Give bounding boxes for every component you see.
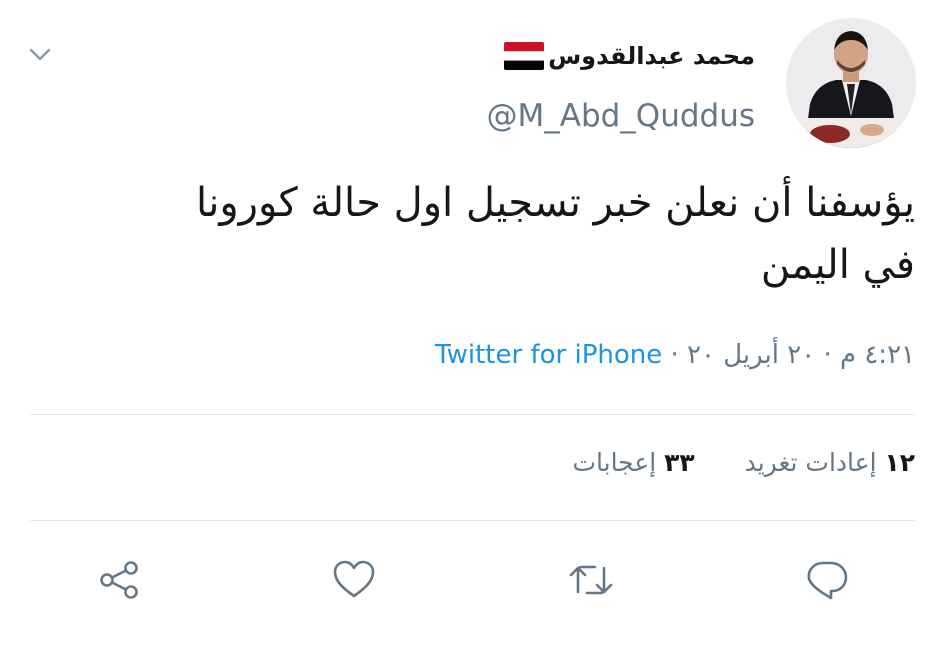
likes-stat[interactable]: ٣٣ إعجابات [572,448,694,477]
tweet-source-link[interactable]: Twitter for iPhone [435,340,662,370]
tweet-text-line: في اليمن [760,242,915,288]
tweet-meta: ٤:٢١ م · ٢٠ أبريل ٢٠ · Twitter for iPhon… [435,340,915,370]
chevron-down-icon[interactable] [26,40,54,68]
retweets-stat[interactable]: ١٢ إعادات تغريد [737,448,915,477]
avatar[interactable] [786,18,916,148]
tweet-stats: ١٢ إعادات تغريد ٣٣ إعجابات [572,448,915,477]
tweet-action-bar [0,552,945,608]
heart-icon[interactable] [326,552,382,608]
retweets-label: إعادات تغريد [744,448,877,477]
yemen-flag-icon [504,42,545,70]
retweet-icon[interactable] [563,552,619,608]
reply-icon[interactable] [799,552,855,608]
divider [30,520,915,521]
author-name[interactable]: محمد عبدالقدوس [548,42,755,70]
likes-count: ٣٣ [664,448,695,477]
divider [30,414,915,415]
meta-separator: · [670,340,679,370]
author-name-row[interactable]: محمد عبدالقدوس [504,36,755,76]
author-handle[interactable]: @M_Abd_Quddus [486,98,755,134]
tweet-date: ٢٠ أبريل ٢٠ [687,340,816,370]
meta-separator: · [823,340,832,370]
tweet-text-line: يؤسفنا أن نعلن خبر تسجيل اول حالة كورونا [196,180,915,226]
tweet-time: ٤:٢١ م [839,340,915,370]
tweet-text: يؤسفنا أن نعلن خبر تسجيل اول حالة كورونا… [55,172,915,296]
retweets-count: ١٢ [884,448,915,477]
likes-label: إعجابات [572,448,657,477]
share-icon[interactable] [91,552,147,608]
